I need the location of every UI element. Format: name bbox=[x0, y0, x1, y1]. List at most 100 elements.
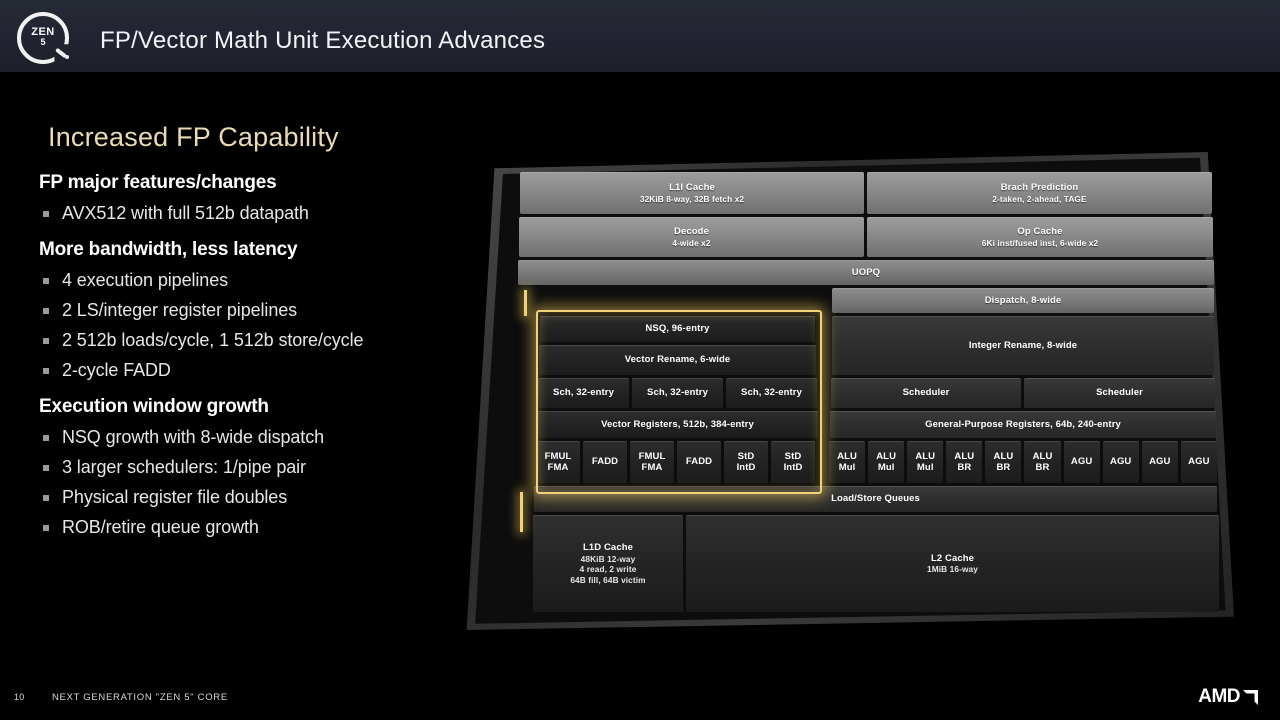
block-title: L1D Cache bbox=[582, 542, 633, 553]
block-vector-rename: Vector Rename, 6-wide bbox=[539, 345, 816, 375]
unit-line-2: Mul bbox=[916, 462, 934, 473]
slide-title: FP/Vector Math Unit Execution Advances bbox=[100, 27, 546, 54]
block-title: Sch, 32-entry bbox=[553, 387, 614, 399]
block-int-unit-alu-br: ALU BR bbox=[1024, 441, 1061, 483]
block-op-cache: Op Cache 6Ki inst/fused inst, 6-wide x2 bbox=[867, 217, 1213, 257]
bullet-item: NSQ growth with 8-wide dispatch bbox=[39, 422, 459, 452]
diagram-grid: L1I Cache 32KiB 8-way, 32B fetch x2 Brac… bbox=[502, 172, 1219, 612]
unit-line-1: ALU bbox=[993, 450, 1014, 462]
block-title: Op Cache bbox=[1017, 226, 1063, 237]
diagram-row-vector-schedulers: Sch, 32-entry Sch, 32-entry Sch, 32-entr… bbox=[538, 378, 817, 408]
block-decode: Decode 4-wide x2 bbox=[519, 217, 864, 257]
unit-line-1: ALU bbox=[1032, 450, 1053, 462]
bullet-square-icon bbox=[43, 368, 49, 374]
block-title: NSQ, 96-entry bbox=[645, 323, 710, 335]
block-subtitle: 6Ki inst/fused inst, 6-wide x2 bbox=[981, 237, 1099, 248]
block-int-unit-agu: AGU bbox=[1180, 441, 1217, 483]
unit-line-1: ALU bbox=[954, 450, 975, 462]
block-title: Load/Store Queues bbox=[831, 493, 920, 505]
bullet-item: AVX512 with full 512b datapath bbox=[39, 198, 459, 228]
bullet-square-icon bbox=[43, 338, 49, 344]
block-vector-scheduler: Sch, 32-entry bbox=[726, 378, 817, 408]
bullet-text: 2 512b loads/cycle, 1 512b store/cycle bbox=[62, 330, 364, 350]
unit-line-1: ALU bbox=[837, 450, 857, 462]
diagram-row-decode: Decode 4-wide x2 Op Cache 6Ki inst/fused… bbox=[519, 217, 1213, 257]
block-title: Sch, 32-entry bbox=[647, 387, 708, 399]
block-title: General-Purpose Registers, 64b, 240-entr… bbox=[925, 418, 1121, 430]
amd-arrow-icon bbox=[1243, 689, 1258, 705]
bullet-text: 2-cycle FADD bbox=[62, 360, 171, 380]
diagram-row-vector-rename: Vector Rename, 6-wide bbox=[539, 345, 816, 375]
bullet-square-icon bbox=[43, 495, 49, 501]
block-title: Vector Rename, 6-wide bbox=[624, 354, 731, 366]
diagram-row-integer-rename: Integer Rename, 8-wide bbox=[832, 316, 1214, 375]
block-l1d-cache: L1D Cache 48KiB 12-way 4 read, 2 write 6… bbox=[533, 515, 683, 612]
block-fp-unit-fmul-fma: FMUL FMA bbox=[536, 441, 580, 483]
bullet-item: 2 512b loads/cycle, 1 512b store/cycle bbox=[39, 325, 459, 355]
block-title: Vector Registers, 512b, 384-entry bbox=[601, 418, 754, 430]
block-int-unit-alu-mul: ALU Mul bbox=[907, 441, 944, 483]
bullet-square-icon bbox=[43, 278, 49, 284]
bullet-square-icon bbox=[43, 525, 49, 531]
feature-group: Execution window growth NSQ growth with … bbox=[39, 396, 459, 542]
zen-ring-dot-icon bbox=[65, 55, 69, 59]
diagram-row-dispatch: Dispatch, 8-wide bbox=[832, 288, 1214, 313]
block-load-store-queues: Load/Store Queues bbox=[534, 486, 1217, 512]
unit-line-2: BR bbox=[1035, 462, 1050, 473]
unit-line-2: Mul bbox=[838, 462, 856, 473]
bullet-item: Physical register file doubles bbox=[39, 482, 459, 512]
unit-line-2: FMA bbox=[641, 462, 663, 473]
unit-line-1: FADD bbox=[685, 456, 713, 468]
diagram-row-integer-schedulers: Scheduler Scheduler bbox=[831, 378, 1215, 408]
section-title: Increased FP Capability bbox=[48, 122, 339, 152]
block-fp-unit-std-intd: StD IntD bbox=[724, 441, 768, 483]
block-title: Decode bbox=[674, 226, 709, 237]
bullet-text: Physical register file doubles bbox=[62, 487, 288, 507]
block-int-unit-alu-mul: ALU Mul bbox=[829, 441, 866, 483]
block-vector-scheduler: Sch, 32-entry bbox=[538, 378, 629, 408]
bullet-item: 3 larger schedulers: 1/pipe pair bbox=[39, 452, 459, 482]
block-title: Scheduler bbox=[1096, 387, 1143, 399]
amd-wordmark: AMD bbox=[1198, 686, 1240, 707]
block-title: Integer Rename, 8-wide bbox=[968, 339, 1078, 351]
block-int-unit-alu-br: ALU BR bbox=[946, 441, 983, 483]
bullet-item: 2-cycle FADD bbox=[39, 355, 459, 385]
block-title: UOPQ bbox=[851, 266, 881, 278]
bullet-square-icon bbox=[43, 211, 49, 217]
diagram-row-gpr: General-Purpose Registers, 64b, 240-entr… bbox=[830, 411, 1216, 438]
diagram-row-integer-units: ALU Mul ALU Mul ALU Mul ALU BR ALU BR AL… bbox=[829, 441, 1217, 483]
diagram-row-lsq: Load/Store Queues bbox=[534, 486, 1217, 512]
zen-logo-text: ZEN bbox=[31, 26, 55, 38]
block-title: Brach Prediction bbox=[1000, 182, 1079, 193]
footer-text: NEXT GENERATION "ZEN 5" CORE bbox=[52, 692, 228, 703]
unit-line-1: StD bbox=[784, 450, 802, 462]
block-fp-unit-fadd: FADD bbox=[677, 441, 721, 483]
block-nsq: NSQ, 96-entry bbox=[540, 316, 815, 342]
block-fp-unit-std-intd: StD IntD bbox=[771, 441, 815, 483]
feature-group: More bandwidth, less latency 4 execution… bbox=[39, 239, 459, 385]
diagram-row-vector-registers: Vector Registers, 512b, 384-entry bbox=[537, 411, 818, 438]
unit-line-1: ALU bbox=[915, 450, 936, 462]
zen5-logo: ZEN 5 bbox=[17, 12, 69, 64]
block-title: L1I Cache bbox=[669, 182, 715, 193]
unit-line-1: AGU bbox=[1109, 456, 1132, 468]
diagram-row-uopq: UOPQ bbox=[518, 260, 1214, 285]
bullet-square-icon bbox=[43, 435, 49, 441]
bullet-item: 2 LS/integer register pipelines bbox=[39, 295, 459, 325]
block-subtitle: 4-wide x2 bbox=[672, 237, 711, 248]
unit-line-1: FADD bbox=[591, 456, 619, 468]
amd-logo: AMD bbox=[1198, 686, 1258, 707]
block-title: Sch, 32-entry bbox=[741, 387, 802, 399]
block-uopq: UOPQ bbox=[518, 260, 1214, 285]
bullet-text: AVX512 with full 512b datapath bbox=[62, 203, 309, 223]
diagram-row-fp-units: FMUL FMA FADD FMUL FMA FADD StD IntD StD… bbox=[536, 441, 819, 483]
block-int-unit-agu: AGU bbox=[1063, 441, 1100, 483]
block-integer-scheduler: Scheduler bbox=[1024, 378, 1215, 408]
group-heading: FP major features/changes bbox=[39, 172, 277, 193]
block-int-unit-agu: AGU bbox=[1102, 441, 1139, 483]
block-integer-rename: Integer Rename, 8-wide bbox=[832, 316, 1214, 375]
bullet-text: ROB/retire queue growth bbox=[62, 517, 259, 537]
block-fp-unit-fadd: FADD bbox=[583, 441, 627, 483]
unit-line-2: IntD bbox=[783, 462, 803, 473]
block-line-4: 64B fill, 64B victim bbox=[570, 574, 646, 585]
